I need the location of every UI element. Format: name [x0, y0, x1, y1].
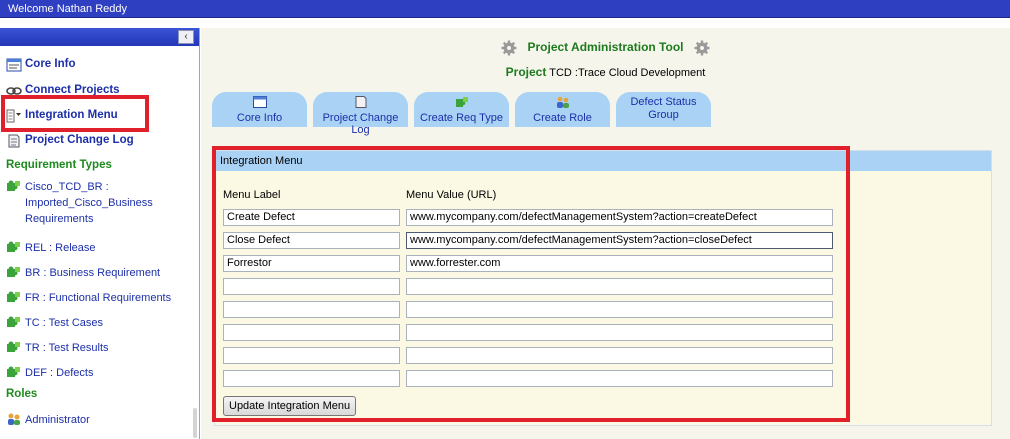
- sidebar-scrollbar[interactable]: [193, 408, 197, 438]
- sidebar-header: ‹: [0, 28, 199, 46]
- project-value: TCD :Trace Cloud Development: [549, 67, 706, 79]
- project-line: Project TCD :Trace Cloud Development: [201, 65, 1010, 79]
- role-item-administrator[interactable]: Administrator: [6, 412, 90, 428]
- document-icon: [355, 96, 366, 108]
- page-title: Project Administration Tool: [201, 40, 1010, 56]
- req-type-label: FR : Functional Requirements: [25, 292, 172, 304]
- tab-label: Core Info: [236, 112, 283, 124]
- document-icon: [8, 134, 20, 148]
- tab-label: Create Role: [533, 112, 592, 124]
- req-type-label: DEF : Defects: [25, 367, 94, 379]
- welcome-text: Welcome Nathan Reddy: [8, 3, 128, 15]
- tab-defect-status-group[interactable]: Defect Status Group: [616, 92, 711, 127]
- main-content: Project Administration Tool Project TCD …: [201, 28, 1010, 439]
- page-title-text: Project Administration Tool: [527, 40, 684, 55]
- req-type-item[interactable]: TR : Test Results: [6, 340, 109, 356]
- users-icon: [8, 413, 20, 425]
- sidebar: ‹ Core Info Connect Projects Integration…: [0, 28, 200, 439]
- puzzle-icon: [7, 241, 20, 252]
- req-type-item[interactable]: REL : Release: [6, 240, 96, 256]
- req-type-item[interactable]: FR : Functional Requirements: [6, 290, 171, 306]
- req-type-label: REL : Release: [25, 242, 96, 254]
- users-icon: [556, 96, 569, 108]
- tab-core-info[interactable]: Core Info: [212, 92, 307, 127]
- puzzle-icon: [7, 291, 20, 302]
- welcome-bar: Welcome Nathan Reddy: [0, 0, 1010, 18]
- req-type-label: BR : Business Requirement: [25, 267, 161, 279]
- puzzle-icon: [7, 366, 20, 377]
- puzzle-icon: [455, 97, 468, 107]
- sidebar-item-label: Core Info: [25, 58, 76, 70]
- req-type-item[interactable]: TC : Test Cases: [6, 315, 103, 331]
- tab-create-role[interactable]: Create Role: [515, 92, 610, 127]
- puzzle-icon: [7, 266, 20, 277]
- tab-label: Project Change Log: [322, 112, 399, 136]
- tab-create-req-type[interactable]: Create Req Type: [414, 92, 509, 127]
- puzzle-icon: [7, 341, 20, 352]
- gear-icon: [694, 40, 709, 56]
- tab-label: Create Req Type: [420, 112, 503, 124]
- tab-label: Defect Status Group: [630, 96, 697, 121]
- sidebar-item-core-info[interactable]: Core Info: [6, 58, 75, 72]
- gear-icon: [501, 40, 517, 56]
- req-type-label: TC : Test Cases: [25, 317, 104, 329]
- requirement-types-heading: Requirement Types: [6, 159, 112, 171]
- sidebar-item-label: Project Change Log: [25, 134, 134, 146]
- project-label: Project: [505, 65, 547, 79]
- tab-project-change-log[interactable]: Project Change Log: [313, 92, 408, 136]
- window-icon: [252, 96, 267, 108]
- req-type-label: TR : Test Results: [25, 342, 109, 354]
- highlight-box: [212, 146, 850, 422]
- collapse-sidebar-button[interactable]: ‹: [178, 30, 194, 44]
- role-label: Administrator: [25, 414, 90, 426]
- req-type-item[interactable]: BR : Business Requirement: [6, 265, 160, 281]
- req-type-item[interactable]: Cisco_TCD_BR : Imported_Cisco_Business R…: [6, 179, 166, 227]
- req-type-label: Cisco_TCD_BR : Imported_Cisco_Business R…: [25, 181, 153, 225]
- roles-heading: Roles: [6, 388, 38, 400]
- window-icon: [6, 58, 22, 72]
- req-type-item[interactable]: DEF : Defects: [6, 365, 93, 381]
- highlight-box: [1, 95, 149, 132]
- puzzle-icon: [7, 180, 20, 191]
- puzzle-icon: [7, 316, 20, 327]
- sidebar-item-project-change-log[interactable]: Project Change Log: [6, 134, 134, 148]
